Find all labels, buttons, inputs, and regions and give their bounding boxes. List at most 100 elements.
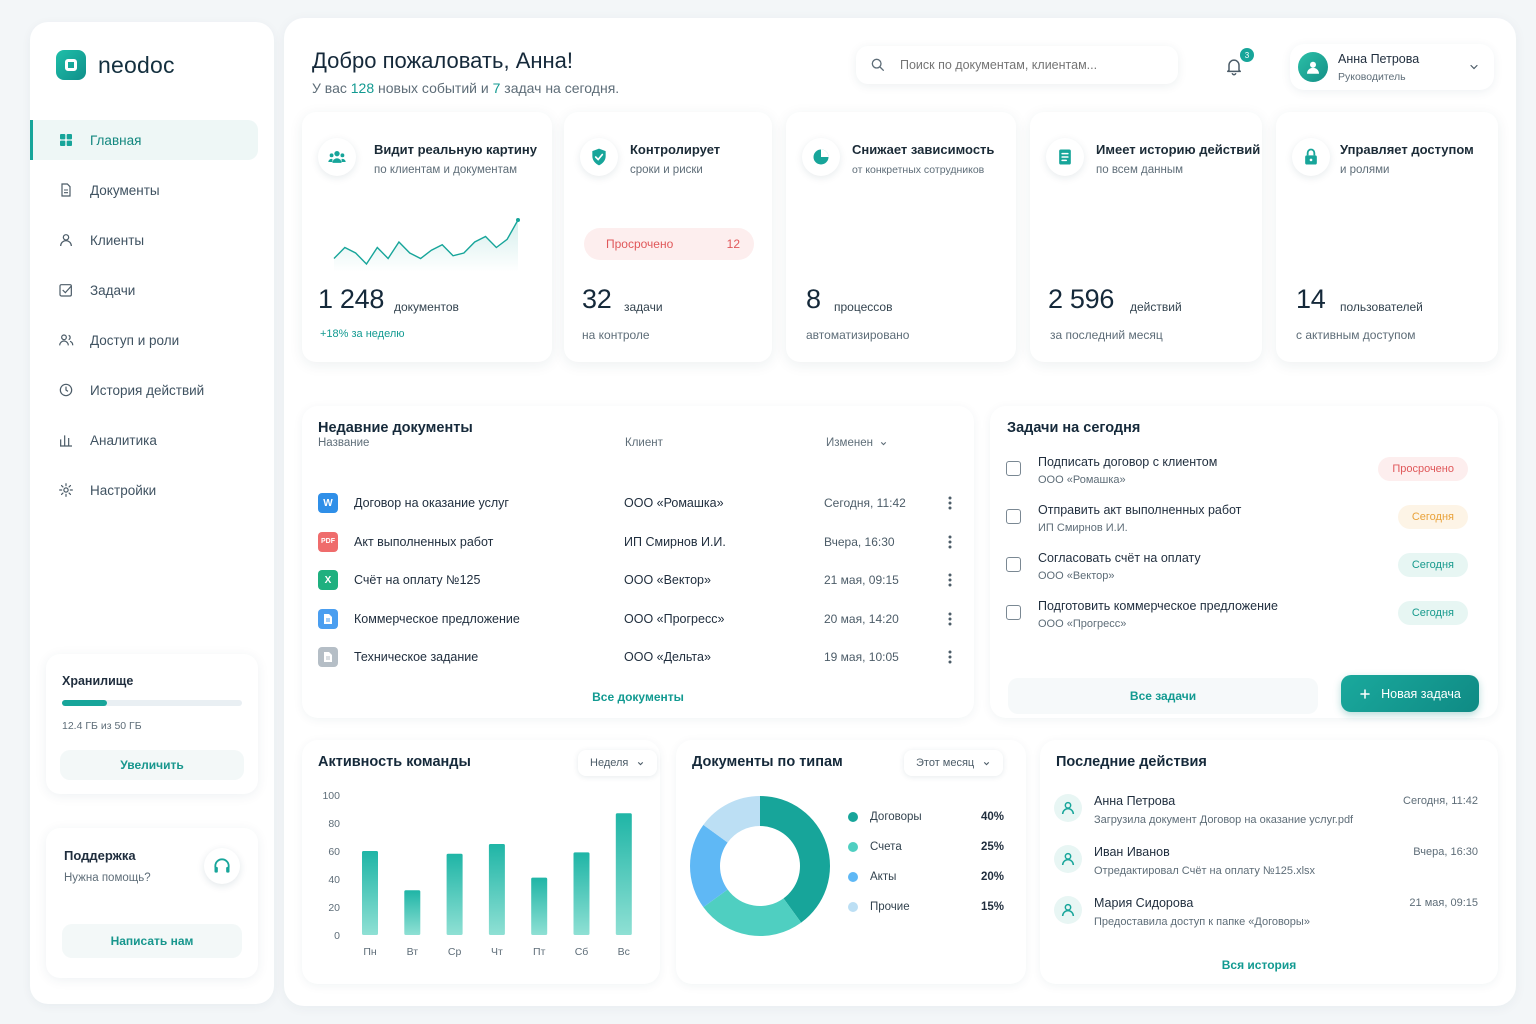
stat-title: Управляет доступом [1340,142,1474,157]
task-checkbox[interactable] [1006,605,1021,620]
sidebar-item-label: Главная [90,132,142,148]
x-tick-label: Пт [533,946,546,958]
grid-icon [58,132,74,148]
all-documents-link[interactable]: Все документы [302,690,974,704]
stat-card-documents[interactable]: Видит реальную картину по клиентам и док… [302,112,552,362]
welcome-text-1: У вас [312,80,347,96]
new-task-button[interactable]: Новая задача [1341,675,1479,712]
stat-note: за последний месяц [1050,328,1163,342]
legend-dot [848,842,858,852]
document-name[interactable]: Договор на оказание услуг [354,496,624,510]
task-checkbox[interactable] [1006,509,1021,524]
notifications-button[interactable]: 3 [1224,48,1254,80]
activity-item[interactable]: Мария Сидорова 21 мая, 09:15 Предоставила … [1054,894,1482,938]
task-title[interactable]: Подготовить коммерческое предложение [1038,599,1278,613]
sidebar-item-analytics[interactable]: Аналитика [30,420,258,460]
column-header-client[interactable]: Клиент [625,437,663,449]
all-tasks-link[interactable]: Все задачи [1008,678,1318,714]
task-item[interactable]: Подготовить коммерческое предложение ООО … [1006,599,1476,643]
task-item[interactable]: Подписать договор с клиентом ООО «Ромашка… [1006,455,1476,499]
table-row[interactable]: X Счёт на оплату №125 ООО «Вектор» 21 мая, … [318,561,958,599]
bar-Ср[interactable] [446,853,463,935]
x-tick-label: Пн [363,946,377,958]
team-activity-period-dropdown[interactable]: Неделя [578,750,658,776]
task-title[interactable]: Отправить акт выполненных работ [1038,503,1241,517]
sidebar-item-settings[interactable]: Настройки [30,470,258,510]
slice-Договоры[interactable] [760,796,830,923]
bar-Вт[interactable] [404,890,421,935]
task-title[interactable]: Подписать договор с клиентом [1038,455,1217,469]
document-modified: 20 мая, 14:20 [824,611,899,626]
file-doc-icon [318,647,338,667]
table-row[interactable]: PDF Акт выполненных работ ИП Смирнов И.И. В… [318,523,958,561]
stat-card-actions[interactable]: Имеет историю действий по всем данным 2 … [1030,112,1262,362]
sidebar-item-clients[interactable]: Клиенты [30,220,258,260]
welcome-subtitle: У вас 128 новых событий и 7 задач на сег… [312,80,619,96]
doc-types-period-dropdown[interactable]: Этот месяц [904,750,1004,776]
task-item[interactable]: Согласовать счёт на оплату ООО «Вектор» Се… [1006,551,1476,595]
document-types-title: Документы по типам [692,754,843,770]
legend-label: Прочие [870,901,910,913]
stat-unit: задачи [624,300,663,314]
stat-card-processes[interactable]: Снижает зависимость от конкретных сотруд… [786,112,1016,362]
sidebar-item-home[interactable]: Главная [30,120,258,160]
bar-Пт[interactable] [531,877,548,935]
more-vertical-icon[interactable] [942,650,958,664]
document-name[interactable]: Коммерческое предложение [354,612,624,626]
document-client: ООО «Дельта» [624,650,711,664]
sidebar-item-history[interactable]: История действий [30,370,258,410]
task-title[interactable]: Согласовать счёт на оплату [1038,551,1201,565]
column-header-name[interactable]: Название [318,437,369,449]
legend-label: Договоры [870,811,922,823]
brand-logo[interactable]: neodoc [56,50,175,80]
task-checkbox[interactable] [1006,461,1021,476]
task-client: ООО «Ромашка» [1038,474,1126,486]
search-box[interactable] [856,46,1178,84]
increase-storage-button[interactable]: Увеличить [60,750,244,780]
task-client: ИП Смирнов И.И. [1038,522,1128,534]
more-vertical-icon[interactable] [942,496,958,510]
all-history-link[interactable]: Вся история [1040,958,1478,972]
table-row[interactable]: Коммерческое предложение ООО «Прогресс» 20… [318,600,958,638]
activity-item[interactable]: Иван Иванов Вчера, 16:30 Отредактировал Сч… [1054,843,1482,887]
document-name[interactable]: Акт выполненных работ [354,535,624,549]
more-vertical-icon[interactable] [942,612,958,626]
user-menu[interactable]: Анна Петрова Руководитель [1290,44,1494,90]
document-name[interactable]: Техническое задание [354,650,624,664]
stat-value: 32 [582,284,612,314]
task-checkbox[interactable] [1006,557,1021,572]
activity-user: Иван Иванов [1094,845,1170,859]
sidebar-item-tasks[interactable]: Задачи [30,270,258,310]
sidebar-item-access-roles[interactable]: Доступ и роли [30,320,258,360]
activity-item[interactable]: Анна Петрова Сегодня, 11:42 Загрузила доку… [1054,792,1482,836]
sidebar-item-label: Настройки [90,482,157,498]
legend-value: 40% [980,811,1004,823]
contact-us-button[interactable]: Написать нам [62,924,242,958]
sparkline-area [334,220,518,272]
table-row[interactable]: Техническое задание ООО «Дельта» 19 мая, 1… [318,638,958,676]
bar-Сб[interactable] [573,852,590,935]
legend-dot [848,812,858,822]
avatar [1298,52,1328,82]
bar-Пн[interactable] [362,851,378,935]
status-badge: Сегодня [1397,601,1468,625]
stat-card-tasks[interactable]: Контролирует сроки и риски Просрочено 12… [564,112,772,362]
storage-progress-track [62,700,242,706]
search-input[interactable] [900,58,1150,72]
stat-card-access[interactable]: Управляет доступом и ролями 14 пользоват… [1276,112,1498,362]
bar-Вс[interactable] [615,813,632,935]
document-client: ООО «Вектор» [624,573,711,587]
task-item[interactable]: Отправить акт выполненных работ ИП Смирно… [1006,503,1476,547]
bar-Чт[interactable] [488,844,505,935]
more-vertical-icon[interactable] [942,535,958,549]
sidebar-item-documents[interactable]: Документы [30,170,258,210]
user-role: Руководитель [1338,70,1406,83]
column-header-modified[interactable]: Изменен [826,437,888,449]
table-row[interactable]: W Договор на оказание услуг ООО «Ромашка» С… [318,484,958,522]
logo-mark-icon [56,50,86,80]
more-vertical-icon[interactable] [942,573,958,587]
legend-value: 15% [980,901,1004,913]
document-name[interactable]: Счёт на оплату №125 [354,573,624,587]
overdue-badge[interactable]: Просрочено 12 [584,228,754,260]
legend-item: Счета 25% [848,839,1004,855]
